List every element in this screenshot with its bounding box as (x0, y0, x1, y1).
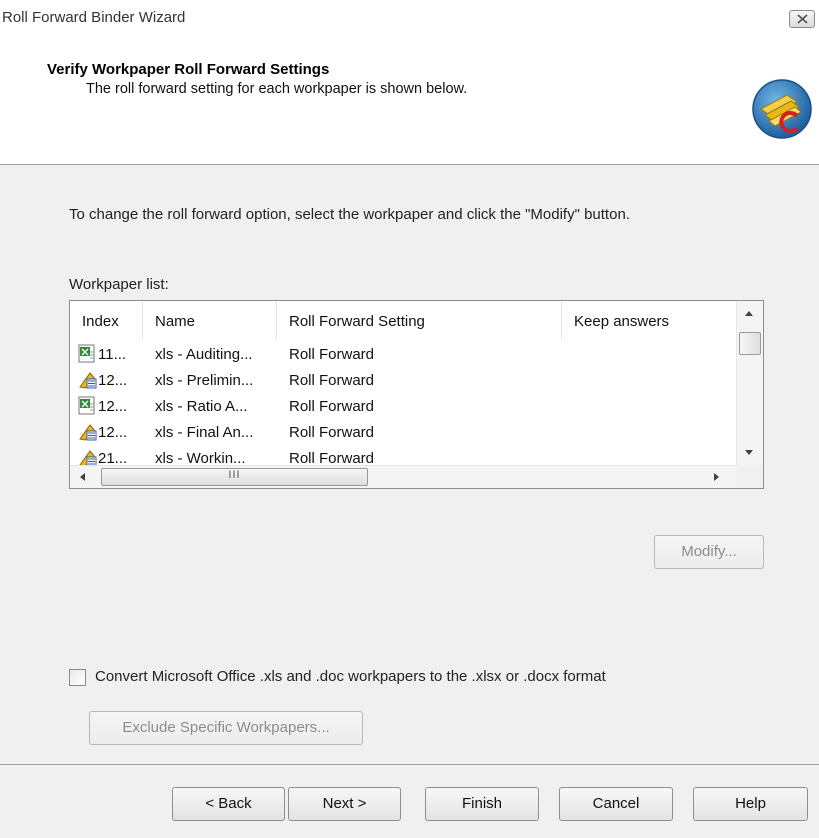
tb-workpaper-icon (79, 372, 97, 389)
roll-forward-logo-icon (752, 79, 812, 139)
scroll-up-arrow-icon[interactable] (745, 311, 753, 316)
wizard-header: Verify Workpaper Roll Forward Settings T… (0, 36, 819, 165)
close-button[interactable] (789, 10, 815, 28)
cell-keep-answers (574, 418, 734, 444)
table-row[interactable]: 12... xls - Prelimin... Roll Forward (70, 366, 737, 392)
workpaper-list-label: Workpaper list: (69, 276, 169, 293)
footer-divider (0, 764, 819, 765)
scroll-right-arrow-icon[interactable] (714, 473, 719, 481)
cell-index: 12... (98, 398, 128, 415)
cell-name: xls - Prelimin... (155, 372, 254, 389)
scroll-down-arrow-icon[interactable] (745, 450, 753, 455)
cell-index: 12... (98, 372, 128, 389)
scrollbar-corner (736, 465, 763, 488)
convert-format-checkbox[interactable] (69, 669, 86, 686)
cell-roll-forward-setting: Roll Forward (289, 346, 375, 363)
cancel-button[interactable]: Cancel (559, 787, 673, 821)
scroll-grip: III (228, 469, 241, 481)
cell-index: 12... (98, 424, 128, 441)
title-bar: Roll Forward Binder Wizard (0, 0, 819, 36)
excel-file-icon (78, 396, 95, 415)
finish-button[interactable]: Finish (425, 787, 539, 821)
list-header: Index Name Roll Forward Setting Keep ans… (70, 301, 737, 339)
horizontal-scroll-thumb[interactable]: III (101, 468, 368, 486)
help-button[interactable]: Help (693, 787, 808, 821)
table-row[interactable]: 12... xls - Final An... Roll Forward (70, 418, 737, 444)
cell-name: xls - Auditing... (155, 346, 253, 363)
excel-file-icon (78, 344, 95, 363)
column-header-index[interactable]: Index (70, 301, 143, 339)
cell-roll-forward-setting: Roll Forward (289, 398, 375, 415)
close-icon (797, 14, 808, 24)
back-button[interactable]: < Back (172, 787, 285, 821)
scroll-left-arrow-icon[interactable] (80, 473, 85, 481)
cell-keep-answers (574, 392, 734, 418)
horizontal-scrollbar[interactable]: III (70, 465, 736, 488)
next-button[interactable]: Next > (288, 787, 401, 821)
table-row[interactable]: 11... xls - Auditing... Roll Forward (70, 340, 737, 366)
vertical-scrollbar[interactable] (736, 301, 763, 465)
column-header-keep-answers[interactable]: Keep answers (562, 301, 737, 339)
exclude-specific-workpapers-button[interactable]: Exclude Specific Workpapers... (89, 711, 363, 745)
cell-index: 11... (98, 346, 127, 363)
page-title: Verify Workpaper Roll Forward Settings (47, 61, 330, 78)
cell-keep-answers (574, 366, 734, 392)
cell-roll-forward-setting: Roll Forward (289, 424, 375, 441)
roll-forward-wizard-dialog: Roll Forward Binder Wizard Verify Workpa… (0, 0, 819, 838)
convert-format-label[interactable]: Convert Microsoft Office .xls and .doc w… (95, 668, 606, 685)
modify-button[interactable]: Modify... (654, 535, 764, 569)
column-header-roll-forward-setting[interactable]: Roll Forward Setting (277, 301, 562, 339)
table-row[interactable]: 12... xls - Ratio A... Roll Forward (70, 392, 737, 418)
page-subtitle: The roll forward setting for each workpa… (86, 81, 468, 97)
window-title: Roll Forward Binder Wizard (2, 9, 186, 26)
instruction-text: To change the roll forward option, selec… (69, 206, 630, 223)
tb-workpaper-icon (79, 424, 97, 441)
vertical-scroll-thumb[interactable] (739, 332, 761, 355)
cell-name: xls - Final An... (155, 424, 254, 441)
workpaper-list[interactable]: Index Name Roll Forward Setting Keep ans… (69, 300, 764, 489)
cell-name: xls - Ratio A... (155, 398, 248, 415)
column-header-name[interactable]: Name (143, 301, 277, 339)
cell-roll-forward-setting: Roll Forward (289, 372, 375, 389)
cell-keep-answers (574, 340, 734, 366)
